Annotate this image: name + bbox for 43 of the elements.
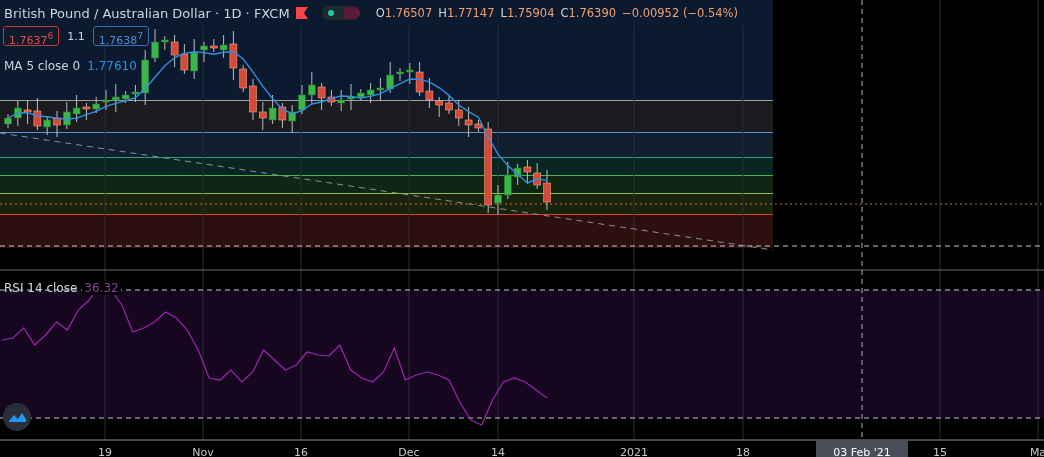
logo-icon[interactable] bbox=[3, 403, 31, 431]
spread-value: 1.1 bbox=[67, 29, 85, 43]
time-axis-label: Nov bbox=[192, 446, 214, 457]
candlestick bbox=[543, 169, 551, 211]
candlestick bbox=[278, 102, 287, 129]
time-axis-label: 18 bbox=[736, 446, 750, 457]
candlestick bbox=[249, 78, 257, 121]
candlestick bbox=[4, 113, 12, 129]
candlestick bbox=[347, 83, 355, 111]
ohlc-value: −0.00952 (−0.54%) bbox=[622, 6, 739, 20]
market-status-icon[interactable] bbox=[321, 6, 360, 20]
candlestick bbox=[53, 110, 61, 138]
indicator-label[interactable]: MA 5 close 0 bbox=[4, 59, 81, 73]
candlestick bbox=[523, 159, 532, 185]
candlestick bbox=[396, 67, 404, 82]
candlestick bbox=[200, 41, 208, 63]
candlestick bbox=[23, 99, 32, 125]
time-axis-label: 16 bbox=[294, 446, 308, 457]
ohlc-value: O1.76507 bbox=[375, 6, 433, 20]
candlestick bbox=[298, 84, 306, 115]
candlestick bbox=[102, 89, 110, 111]
indicator-value: 1.77610 bbox=[86, 59, 138, 73]
time-axis-label: Dec bbox=[398, 446, 420, 457]
indicator-label[interactable]: RSI 14 close bbox=[4, 281, 78, 295]
sell-price-button[interactable]: 1.7637$^{6}$ bbox=[3, 26, 60, 46]
crosshair-date-label: 03 Feb '21 bbox=[816, 440, 908, 457]
indicator-value: 36.32 bbox=[82, 281, 121, 295]
buy-price-button[interactable]: 1.7638$^{7}$ bbox=[92, 26, 150, 46]
symbol-title: British Pound / Australian Dollar · 1D · FXCM bbox=[4, 5, 290, 21]
time-axis-label: 2021 bbox=[620, 446, 648, 457]
candlestick bbox=[180, 43, 189, 75]
candlestick bbox=[445, 95, 453, 115]
candlestick bbox=[268, 94, 277, 125]
flag-icon[interactable] bbox=[295, 7, 308, 19]
time-axis-label: 19 bbox=[98, 446, 112, 457]
ohlc-value: H1.77147 bbox=[438, 6, 495, 20]
candlestick bbox=[494, 184, 502, 216]
ohlc-value: L1.75904 bbox=[500, 6, 555, 20]
candlestick bbox=[376, 77, 385, 102]
ohlc-value: C1.76390 bbox=[560, 6, 617, 20]
candlestick bbox=[151, 28, 159, 63]
time-axis-label: 14 bbox=[491, 446, 505, 457]
time-axis-label: 15 bbox=[933, 446, 947, 457]
